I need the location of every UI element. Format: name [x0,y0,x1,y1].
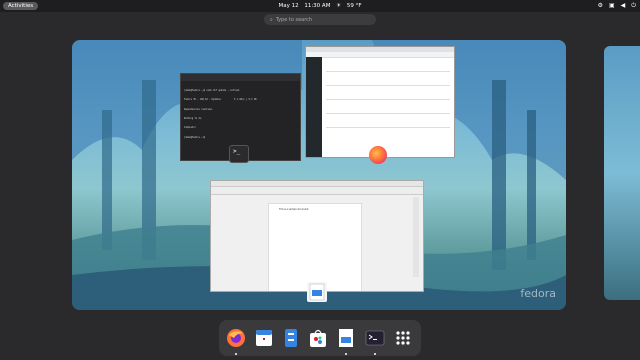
firefox-window[interactable] [305,46,455,158]
power-icon[interactable]: ⏻ [631,2,636,10]
weather-temp: 59 °F [346,3,362,9]
app-grid-icon[interactable] [392,327,414,349]
terminal-line: [demo@fedora ~]$ sudo dnf update --refre… [184,89,240,93]
clock-time: 11:30 AM [304,3,331,9]
running-indicator [235,353,237,355]
accessibility-icon[interactable]: ⚙ [598,2,603,10]
terminal-line: Nothing to do. [184,117,203,121]
writer-toolbar[interactable] [211,187,423,195]
terminal-titlebar [181,74,300,81]
search-input[interactable] [272,16,366,23]
dock [219,320,421,356]
clock-date: May 12 [278,3,299,9]
search-bar[interactable]: ⌕ [264,14,376,25]
list-row [326,113,450,114]
writer-window[interactable]: This is a sample document. [210,180,424,292]
terminal-line: [demo@fedora ~]$ [184,135,206,139]
terminal-line: Complete! [184,126,196,130]
writer-app-badge-icon [307,282,327,302]
running-indicator [374,353,376,355]
list-row [326,71,450,72]
weather-icon: ☀ [336,3,342,9]
terminal-icon[interactable] [364,327,386,349]
system-tray[interactable]: ⚙ ▣ ◀ ⏻ [598,2,636,10]
list-row [326,85,450,86]
calendar-icon[interactable] [253,327,275,349]
list-row [326,99,450,100]
writer-document-page[interactable]: This is a sample document. [268,203,362,291]
top-bar: Activities May 12 11:30 AM ☀ 59 °F ⚙ ▣ ◀… [0,0,640,12]
list-row [326,127,450,128]
writer-icon[interactable] [335,327,357,349]
fedora-watermark: fedora [520,287,556,300]
browser-url-bar[interactable] [306,52,454,58]
terminal-line: Fedora 36 - x86_64 - Updates 5.1 kB/s | … [184,98,257,102]
browser-page-sidebar [306,57,322,157]
software-icon[interactable] [307,327,329,349]
clock[interactable]: May 12 11:30 AM ☀ 59 °F [0,0,640,12]
running-indicator [345,353,347,355]
files-icon[interactable] [280,327,302,349]
terminal-line: Dependencies resolved. [184,107,213,111]
terminal-output: [demo@fedora ~]$ sudo dnf update --refre… [181,81,300,147]
writer-document-text: This is a sample document. [279,208,310,211]
next-workspace-thumbnail[interactable] [604,46,640,300]
firefox-app-badge-icon [369,146,387,164]
writer-sidebar[interactable] [413,197,419,277]
volume-icon[interactable]: ◀ [621,2,626,10]
network-icon[interactable]: ▣ [609,2,615,10]
terminal-app-badge-icon: >_ [229,145,249,163]
firefox-icon[interactable] [225,327,247,349]
